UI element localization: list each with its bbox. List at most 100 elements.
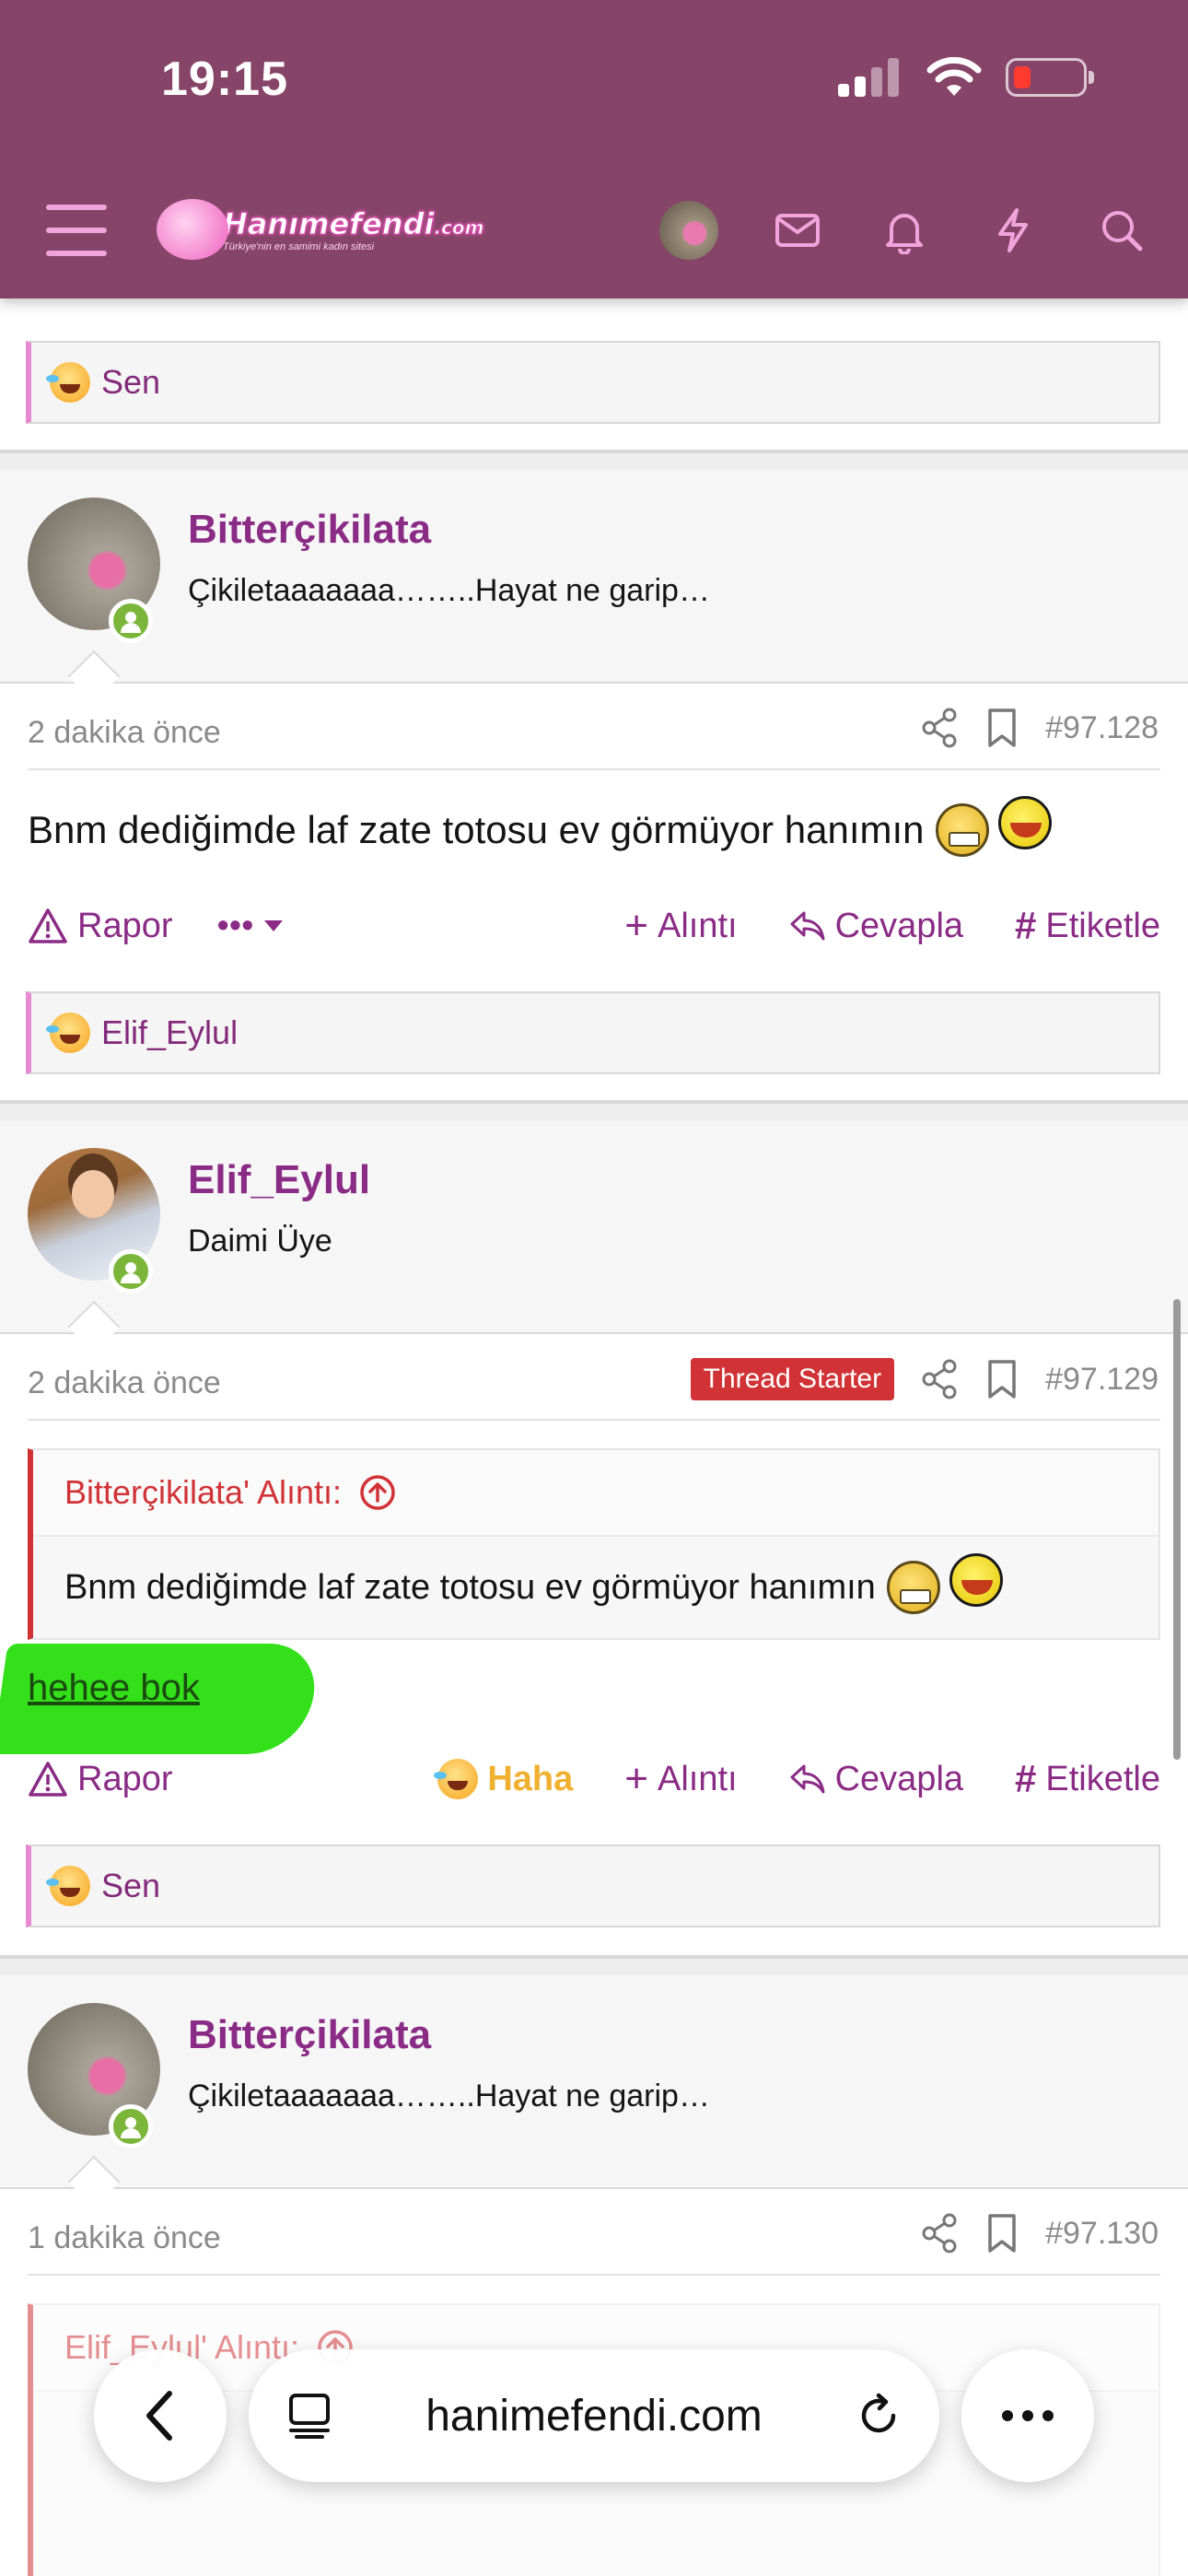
share-icon[interactable] bbox=[922, 2213, 959, 2254]
browser-toolbar: hanimefendi.com bbox=[0, 2322, 1188, 2506]
report-button[interactable]: Rapor bbox=[28, 1760, 173, 1799]
quote-button[interactable]: + Alıntı bbox=[624, 903, 737, 949]
post-actions: Rapor Haha + Alıntı Cevapla # Etiketle bbox=[28, 1756, 1160, 1802]
reload-icon[interactable] bbox=[855, 2392, 903, 2440]
post-number[interactable]: #97.129 bbox=[1045, 1362, 1159, 1398]
more-icon bbox=[1002, 2410, 1054, 2421]
status-time: 19:15 bbox=[161, 53, 288, 106]
laughing-smiley-icon bbox=[949, 1553, 1003, 1607]
back-button[interactable] bbox=[94, 2349, 227, 2482]
status-icons bbox=[838, 57, 1094, 98]
quote-label: Alıntı bbox=[657, 1759, 738, 1798]
more-menu-button[interactable]: ••• bbox=[217, 907, 285, 946]
address-bar[interactable]: hanimefendi.com bbox=[249, 2349, 939, 2482]
tabs-icon[interactable] bbox=[285, 2392, 333, 2440]
reply-icon bbox=[790, 1764, 825, 1794]
post-number[interactable]: #97.130 bbox=[1045, 2216, 1159, 2252]
post-time[interactable]: 2 dakika önce bbox=[28, 715, 221, 751]
logo-emblem-icon bbox=[157, 199, 228, 260]
reaction-user[interactable]: Sen bbox=[101, 363, 160, 402]
warning-icon bbox=[29, 908, 67, 943]
quote-button[interactable]: + Alıntı bbox=[624, 1756, 737, 1802]
thread-starter-badge: Thread Starter bbox=[690, 1358, 895, 1400]
wifi-icon bbox=[926, 57, 982, 96]
user-title: Çikiletaaaaaaa……..Hayat ne garip… bbox=[188, 573, 710, 608]
warning-icon bbox=[29, 1762, 67, 1797]
battery-icon bbox=[1006, 58, 1094, 97]
quote-author[interactable]: Bitterçikilata' Alıntı: bbox=[64, 1473, 342, 1512]
more-options-button[interactable] bbox=[961, 2349, 1094, 2482]
post-actions: Rapor ••• + Alıntı Cevapla # Etiketle bbox=[28, 903, 1160, 949]
scrollbar[interactable] bbox=[1173, 1299, 1181, 1760]
signal-icon bbox=[838, 58, 899, 97]
reaction-summary[interactable]: Sen bbox=[26, 341, 1160, 424]
post-user-header: Elif_Eylul Daimi Üye bbox=[0, 1120, 1188, 1334]
chevron-down-icon bbox=[264, 920, 284, 931]
app-header: 19:15 Hanımefendi.com Türkiye'nin en sam… bbox=[0, 0, 1188, 299]
post-separator bbox=[0, 450, 1188, 453]
quote-label: Alıntı bbox=[657, 906, 738, 945]
laughing-emoji-icon bbox=[46, 362, 90, 403]
reply-label: Cevapla bbox=[834, 906, 964, 945]
bookmark-icon[interactable] bbox=[986, 1359, 1018, 1399]
post-user-header: Bitterçikilata Çikiletaaaaaaa……..Hayat n… bbox=[0, 470, 1188, 684]
more-label: ••• bbox=[216, 906, 254, 945]
reaction-summary[interactable]: Elif_Eylul bbox=[26, 991, 1160, 1074]
username[interactable]: Elif_Eylul bbox=[188, 1157, 370, 1203]
post-separator bbox=[0, 1955, 1188, 1959]
reply-label: Cevapla bbox=[834, 1759, 964, 1798]
divider bbox=[28, 1419, 1160, 1421]
user-title: Daimi Üye bbox=[188, 1224, 332, 1259]
site-nav: Hanımefendi.com Türkiye'nin en samimi ka… bbox=[0, 184, 1188, 276]
report-label: Rapor bbox=[77, 1759, 173, 1798]
arrow-up-circle-icon[interactable] bbox=[358, 1473, 397, 1512]
laughing-smiley-icon bbox=[997, 796, 1052, 849]
tag-label: Etiketle bbox=[1045, 906, 1160, 945]
username[interactable]: Bitterçikilata bbox=[188, 507, 431, 553]
hashtag-icon: # bbox=[1015, 904, 1037, 947]
bell-icon[interactable] bbox=[880, 206, 928, 254]
bolt-icon[interactable] bbox=[989, 206, 1037, 254]
quote-text: Bnm dediğimde laf zate totosu ev görmüyo… bbox=[64, 1567, 876, 1607]
tag-button[interactable]: # Etiketle bbox=[1015, 1757, 1160, 1801]
tag-label: Etiketle bbox=[1045, 1759, 1160, 1798]
reply-button[interactable]: Cevapla bbox=[789, 1760, 963, 1799]
haha-reaction-button[interactable]: Haha bbox=[434, 1759, 573, 1799]
site-logo[interactable]: Hanımefendi.com Türkiye'nin en samimi ka… bbox=[157, 199, 484, 260]
logo-name: Hanımefendi bbox=[222, 206, 435, 242]
post-time[interactable]: 2 dakika önce bbox=[28, 1365, 221, 1401]
share-icon[interactable] bbox=[922, 708, 959, 748]
plus-icon: + bbox=[624, 903, 648, 948]
share-icon[interactable] bbox=[922, 1359, 959, 1399]
url-text[interactable]: hanimefendi.com bbox=[333, 2391, 855, 2441]
username[interactable]: Bitterçikilata bbox=[188, 2012, 431, 2058]
logo-suffix: .com bbox=[434, 217, 484, 240]
smiley-icon bbox=[935, 803, 989, 857]
report-label: Rapor bbox=[77, 906, 173, 945]
reply-button[interactable]: Cevapla bbox=[789, 907, 963, 946]
chevron-left-icon bbox=[146, 2391, 172, 2441]
reply-icon bbox=[790, 911, 825, 941]
tag-button[interactable]: # Etiketle bbox=[1015, 904, 1160, 948]
reaction-user[interactable]: Sen bbox=[101, 1867, 160, 1905]
mail-icon[interactable] bbox=[774, 206, 821, 254]
reaction-summary[interactable]: Sen bbox=[26, 1844, 1160, 1927]
divider bbox=[28, 768, 1160, 770]
user-title: Çikiletaaaaaaa……..Hayat ne garip… bbox=[188, 2078, 710, 2113]
online-status-icon bbox=[109, 2104, 153, 2149]
laughing-emoji-icon bbox=[46, 1866, 90, 1906]
account-avatar[interactable] bbox=[659, 201, 718, 260]
laughing-emoji-icon bbox=[46, 1013, 90, 1053]
logo-tagline: Türkiye'nin en samimi kadın sitesi bbox=[223, 241, 375, 252]
post-number[interactable]: #97.128 bbox=[1045, 710, 1159, 746]
post-message: Bnm dediğimde laf zate totosu ev görmüyo… bbox=[28, 808, 925, 851]
post-separator bbox=[0, 1100, 1188, 1104]
search-icon[interactable] bbox=[1098, 206, 1146, 254]
bookmark-icon[interactable] bbox=[986, 708, 1018, 748]
quote-block: Bitterçikilata' Alıntı: Bnm dediğimde la… bbox=[28, 1448, 1160, 1640]
reaction-user[interactable]: Elif_Eylul bbox=[101, 1013, 238, 1052]
menu-icon[interactable] bbox=[46, 205, 107, 256]
report-button[interactable]: Rapor bbox=[28, 907, 173, 946]
bookmark-icon[interactable] bbox=[986, 2213, 1018, 2254]
post-time[interactable]: 1 dakika önce bbox=[28, 2220, 221, 2256]
